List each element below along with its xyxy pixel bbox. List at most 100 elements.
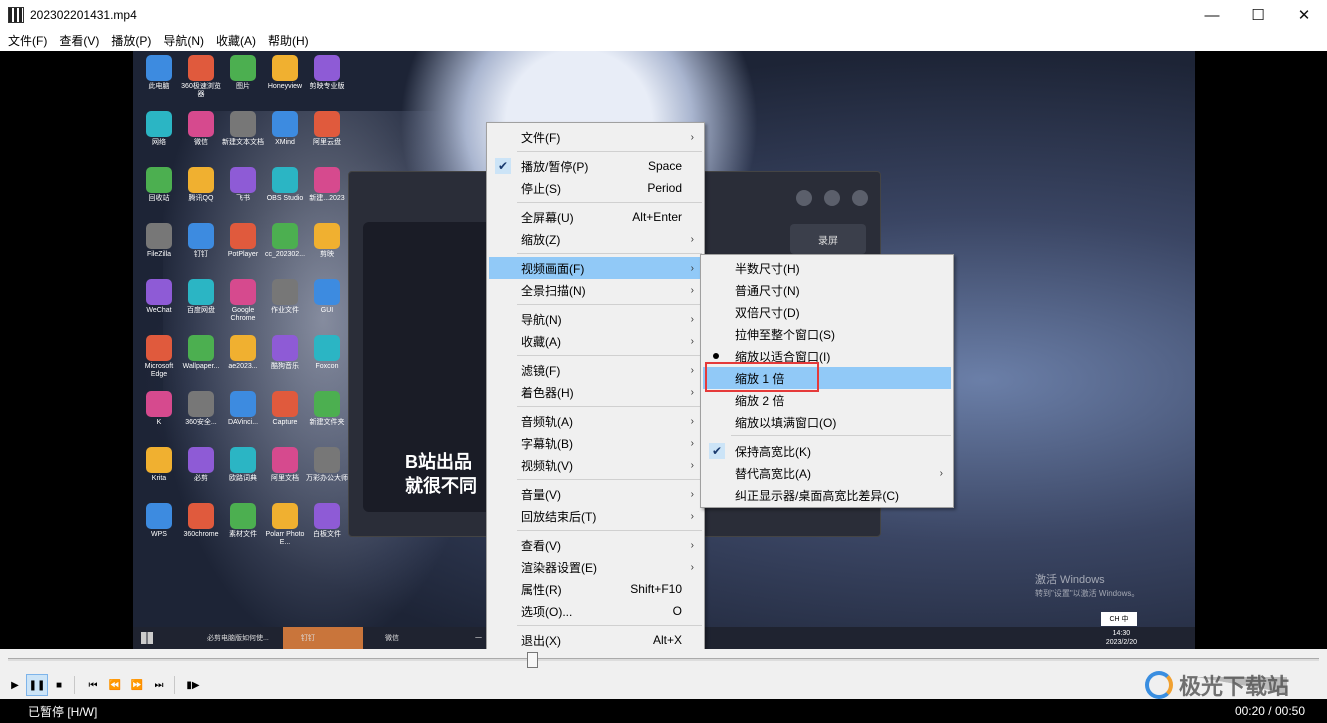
menu-item[interactable]: 替代高宽比(A) › bbox=[703, 462, 951, 484]
app-icon bbox=[314, 447, 340, 473]
desktop-icon: cc_202302... bbox=[263, 223, 307, 259]
menu-item-label: 文件(F) bbox=[521, 130, 561, 145]
desktop-icon: 此电脑 bbox=[137, 55, 181, 91]
menu-item[interactable]: ✔ 播放/暂停(P) Space bbox=[489, 155, 702, 177]
menu-navigate[interactable]: 导航(N) bbox=[157, 32, 210, 49]
menu-item[interactable]: 属性(R) Shift+F10 bbox=[489, 578, 702, 600]
app-icon bbox=[146, 223, 172, 249]
menu-item-label: 播放/暂停(P) bbox=[521, 159, 589, 174]
menu-item[interactable]: 导航(N) › bbox=[489, 308, 702, 330]
play-icon[interactable]: ▶ bbox=[4, 674, 26, 696]
menu-item[interactable]: 半数尺寸(H) bbox=[703, 257, 951, 279]
menu-item[interactable]: 着色器(H) › bbox=[489, 381, 702, 403]
desktop-icon: 微信 bbox=[179, 111, 223, 147]
menu-item[interactable]: 滤镜(F) › bbox=[489, 359, 702, 381]
desktop-icon-label: 欧路词典 bbox=[229, 475, 257, 482]
close-button[interactable]: ✕ bbox=[1281, 0, 1327, 30]
menu-item[interactable]: 音频轨(A) › bbox=[489, 410, 702, 432]
menu-item[interactable]: 全景扫描(N) › bbox=[489, 279, 702, 301]
menu-separator bbox=[731, 435, 951, 436]
menu-item[interactable]: 停止(S) Period bbox=[489, 177, 702, 199]
app-icon bbox=[272, 503, 298, 529]
app-icon bbox=[188, 55, 214, 81]
clock-time: 14:30 bbox=[1112, 630, 1131, 637]
rewind-icon[interactable]: ⏪ bbox=[104, 674, 126, 696]
app-icon bbox=[146, 167, 172, 193]
menu-item[interactable]: 收藏(A) › bbox=[489, 330, 702, 352]
menu-item[interactable]: 纠正显示器/桌面高宽比差异(C) bbox=[703, 484, 951, 506]
menu-play[interactable]: 播放(P) bbox=[105, 32, 157, 49]
menu-item[interactable]: 拉伸至整个窗口(S) bbox=[703, 323, 951, 345]
maximize-button[interactable]: ☐ bbox=[1235, 0, 1281, 30]
menu-item[interactable]: 退出(X) Alt+X bbox=[489, 629, 702, 651]
desktop-icon-label: Foxcon bbox=[315, 363, 339, 370]
desktop-icon-label: 白板文件 bbox=[313, 531, 341, 538]
menu-item-label: 字幕轨(B) bbox=[521, 436, 573, 451]
desktop-icon-label: 360安全... bbox=[185, 419, 217, 426]
desktop-icon: 360安全... bbox=[179, 391, 223, 427]
menu-separator bbox=[517, 253, 702, 254]
menu-item[interactable]: 全屏幕(U) Alt+Enter bbox=[489, 206, 702, 228]
seek-thumb[interactable] bbox=[527, 652, 538, 668]
desktop-icon: Google Chrome bbox=[221, 279, 265, 323]
desktop-icon: 万彩办公大师 bbox=[305, 447, 349, 483]
desktop-icon-label: 图片 bbox=[236, 83, 250, 90]
skip-forward-icon[interactable]: ⏭ bbox=[148, 674, 170, 696]
app-icon bbox=[146, 279, 172, 305]
app-icon bbox=[230, 223, 256, 249]
menu-item[interactable]: 视频轨(V) › bbox=[489, 454, 702, 476]
desktop-icon: Foxcon bbox=[305, 335, 349, 371]
app-icon bbox=[272, 167, 298, 193]
menu-item[interactable]: 双倍尺寸(D) bbox=[703, 301, 951, 323]
app-icon bbox=[230, 55, 256, 81]
menu-item[interactable]: 缩放(Z) › bbox=[489, 228, 702, 250]
menu-file[interactable]: 文件(F) bbox=[2, 32, 53, 49]
desktop-icon: DAVinci... bbox=[221, 391, 265, 427]
film-icon bbox=[8, 7, 24, 23]
menu-item[interactable]: 文件(F) › bbox=[489, 126, 702, 148]
menu-view[interactable]: 查看(V) bbox=[53, 32, 105, 49]
menu-item[interactable]: 字幕轨(B) › bbox=[489, 432, 702, 454]
app-icon bbox=[146, 55, 172, 81]
menu-item[interactable]: 回放结束后(T) › bbox=[489, 505, 702, 527]
menu-favorites[interactable]: 收藏(A) bbox=[210, 32, 262, 49]
desktop-icon: 欧路词典 bbox=[221, 447, 265, 483]
desktop-icon: Wallpaper... bbox=[179, 335, 223, 371]
forward-icon[interactable]: ⏩ bbox=[126, 674, 148, 696]
app-icon bbox=[314, 391, 340, 417]
desktop-icon-label: 剪映 bbox=[320, 251, 334, 258]
menu-item[interactable]: ✔ 保持高宽比(K) bbox=[703, 440, 951, 462]
stop-icon[interactable]: ■ bbox=[48, 674, 70, 696]
menu-item[interactable]: 渲染器设置(E) › bbox=[489, 556, 702, 578]
desktop-icon-label: Wallpaper... bbox=[182, 363, 220, 370]
desktop-icon-label: Polarr Photo E... bbox=[265, 531, 305, 546]
menu-item-shortcut: Alt+X bbox=[652, 633, 682, 647]
desktop-icon: Microsoft Edge bbox=[137, 335, 181, 379]
app-icon bbox=[188, 167, 214, 193]
menu-item[interactable]: 缩放 2 倍 bbox=[703, 389, 951, 411]
frame-step-icon[interactable]: ▮▶ bbox=[182, 674, 204, 696]
dialog-slogan: B站出品 就很不同 bbox=[405, 450, 477, 498]
pause-icon[interactable]: ❚❚ bbox=[26, 674, 48, 696]
menu-item-label: 停止(S) bbox=[521, 181, 561, 196]
desktop-icon-label: 阿里文档 bbox=[271, 475, 299, 482]
app-icon bbox=[272, 111, 298, 137]
skip-back-icon[interactable]: ⏮ bbox=[82, 674, 104, 696]
seek-bar[interactable] bbox=[0, 649, 1327, 671]
menu-help[interactable]: 帮助(H) bbox=[262, 32, 315, 49]
activate-line-2: 转到"设置"以激活 Windows。 bbox=[1035, 589, 1140, 598]
menu-item[interactable]: 缩放以填满窗口(O) bbox=[703, 411, 951, 433]
seek-track[interactable] bbox=[8, 658, 1319, 661]
app-icon bbox=[230, 503, 256, 529]
minimize-button[interactable]: — bbox=[1189, 0, 1235, 30]
desktop-icon: 回收站 bbox=[137, 167, 181, 203]
desktop-icon: 白板文件 bbox=[305, 503, 349, 539]
menu-item[interactable]: 普通尺寸(N) bbox=[703, 279, 951, 301]
menu-item[interactable]: 查看(V) › bbox=[489, 534, 702, 556]
menu-item[interactable]: 视频画面(F) › bbox=[489, 257, 702, 279]
menu-item-label: 滤镜(F) bbox=[521, 363, 561, 378]
desktop-icon: FileZilla bbox=[137, 223, 181, 259]
playback-status: 已暂停 [H/W] bbox=[28, 704, 98, 719]
menu-item[interactable]: 音量(V) › bbox=[489, 483, 702, 505]
menu-item[interactable]: 选项(O)... O bbox=[489, 600, 702, 622]
